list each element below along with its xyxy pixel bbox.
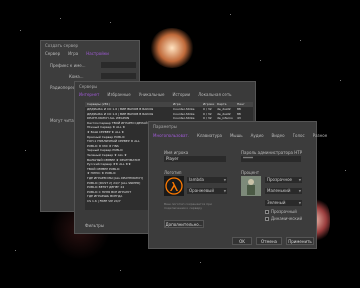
tab-video[interactable]: Видео: [268, 132, 289, 140]
chevron-down-icon: ▼: [298, 178, 301, 182]
player-model-preview: [241, 176, 261, 196]
star: [300, 40, 301, 41]
star: [120, 270, 121, 271]
star: [340, 80, 341, 81]
tab-server[interactable]: Сервер: [41, 50, 64, 58]
tab-lan[interactable]: Локальная сеть: [194, 91, 235, 99]
tab-audio[interactable]: Аудио: [247, 132, 268, 140]
model-select-value: Прозрачное: [267, 177, 292, 182]
model-select[interactable]: Прозрачное ▼: [265, 177, 302, 183]
logo-label: Логотип: [164, 170, 182, 175]
dynamic-label: Динамический: [271, 216, 303, 221]
filters-label[interactable]: Фильтры: [85, 223, 104, 228]
star: [230, 14, 231, 15]
tab-multiplayer[interactable]: Многопользоват.: [149, 132, 193, 140]
create-server-title: Создать сервер: [45, 43, 79, 48]
player-name-input[interactable]: Player: [164, 156, 226, 162]
admin-password-label: Пароль администратора HTP: [241, 150, 303, 155]
color-select-value: Зеленый: [267, 200, 286, 205]
options-window: Параметры Многопользоват. Клавиатура Мыш…: [148, 121, 327, 249]
star: [110, 22, 111, 23]
cancel-button[interactable]: Отмена: [256, 237, 282, 245]
chevron-down-icon: ▼: [223, 178, 226, 182]
model-label: Процент: [241, 170, 260, 175]
server-prefix-input[interactable]: [101, 62, 136, 68]
tab-game[interactable]: Игра: [64, 50, 82, 58]
logo-color-select[interactable]: Оранжевый ▼: [187, 188, 227, 194]
tab-unique[interactable]: Уникальные: [135, 91, 169, 99]
star: [260, 60, 261, 61]
logo-color-value: Оранжевый: [189, 188, 214, 193]
chevron-down-icon: ▼: [298, 189, 301, 193]
tab-favorites[interactable]: Избранные: [103, 91, 134, 99]
logo-select[interactable]: lambda ▼: [187, 177, 227, 183]
logo-note: Ваш логотип сохраняется при подключении …: [164, 202, 212, 210]
tab-history[interactable]: Истории: [168, 91, 194, 99]
tab-internet[interactable]: Интернет: [75, 91, 103, 99]
advanced-button[interactable]: Дополнительно...: [164, 220, 204, 228]
star: [20, 30, 21, 31]
star: [345, 170, 346, 171]
tab-voice[interactable]: Голос: [289, 132, 309, 140]
dynamic-checkbox[interactable]: [265, 217, 269, 221]
tab-settings[interactable]: Настройки: [82, 50, 113, 58]
tab-mouse[interactable]: Мышь: [226, 132, 247, 140]
admin-password-input[interactable]: *****: [241, 156, 301, 162]
options-tabs: Многопользоват. Клавиатура Мышь Аудио Ви…: [149, 132, 327, 140]
tab-keyboard[interactable]: Клавиатура: [193, 132, 226, 140]
ok-button[interactable]: OK: [232, 237, 252, 245]
player-name-label: Имя игрока: [164, 150, 189, 155]
apply-button[interactable]: Применить: [286, 237, 314, 245]
star: [15, 250, 16, 251]
star: [60, 18, 61, 19]
player-model-icon: [247, 179, 255, 195]
lambda-logo-icon: [165, 177, 183, 195]
server-browser-title: Серверы: [79, 84, 98, 89]
background-explosion-top: [150, 28, 194, 68]
size-select[interactable]: Маленький ▼: [265, 188, 302, 194]
chevron-down-icon: ▼: [223, 189, 226, 193]
create-server-tabs: Сервер Игра Настройки: [41, 50, 139, 58]
server-browser-tabs: Интернет Избранные Уникальные Истории Ло…: [75, 91, 255, 99]
command-input[interactable]: [101, 73, 136, 79]
color-select[interactable]: Зеленый ▼: [265, 200, 302, 206]
logo-preview: [164, 176, 184, 196]
logo-select-value: lambda: [189, 177, 204, 182]
tab-misc[interactable]: Разное: [309, 132, 332, 140]
star: [25, 150, 26, 151]
size-select-value: Маленький: [267, 188, 291, 193]
star: [200, 262, 201, 263]
chevron-down-icon: ▼: [298, 201, 301, 205]
options-title: Параметры: [153, 124, 177, 129]
transparent-checkbox[interactable]: [265, 210, 269, 214]
command-label: Кома...: [69, 74, 84, 79]
server-prefix-label: Префикс к име...: [50, 63, 86, 68]
transparent-label: Прозрачный: [271, 209, 297, 214]
